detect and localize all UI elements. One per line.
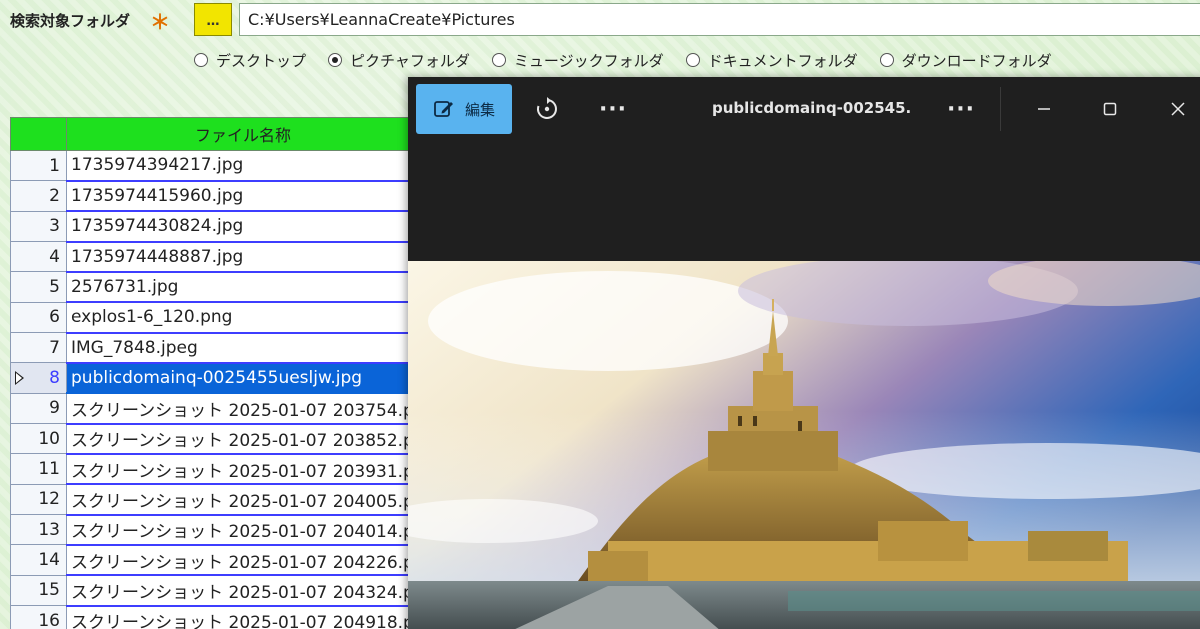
- file-table: ファイル名称 1 1735974394217.jpg 2 1735974415960…: [10, 117, 420, 629]
- required-mark: ＊: [150, 10, 170, 34]
- edit-label: 編集: [464, 100, 495, 119]
- table-row[interactable]: 11 スクリーンショット 2025-01-07 203931.png: [10, 453, 420, 486]
- edit-button[interactable]: 編集: [416, 84, 512, 134]
- viewer-titlebar[interactable]: 編集 ··· publicdomainq-002545... ···: [408, 77, 1200, 141]
- more-options-button[interactable]: ···: [596, 89, 630, 129]
- current-row-pointer-icon: [15, 371, 24, 386]
- titlebar-divider: [1000, 87, 1001, 131]
- file-name-cell[interactable]: publicdomainq-0025455uesljw.jpg: [66, 362, 420, 395]
- rotate-button[interactable]: [530, 89, 564, 129]
- maximize-icon: [1103, 102, 1117, 116]
- table-row[interactable]: 16 スクリーンショット 2025-01-07 204918.png: [10, 605, 420, 629]
- radio-music[interactable]: ミュージックフォルダ: [491, 50, 664, 71]
- table-row[interactable]: 5 2576731.jpg: [10, 271, 420, 304]
- file-name-cell[interactable]: スクリーンショット 2025-01-07 204005.png: [66, 484, 420, 516]
- table-row[interactable]: 2 1735974415960.jpg: [10, 180, 420, 213]
- row-number: 12: [10, 483, 67, 516]
- file-name-cell[interactable]: スクリーンショット 2025-01-07 203931.png: [66, 453, 420, 486]
- rotate-icon: [537, 97, 557, 119]
- table-row[interactable]: 9 スクリーンショット 2025-01-07 203754.png: [10, 392, 420, 425]
- file-name-cell[interactable]: スクリーンショット 2025-01-07 204014.png: [66, 514, 420, 546]
- table-row[interactable]: 1 1735974394217.jpg: [10, 149, 420, 182]
- radio-label: ドキュメントフォルダ: [707, 51, 858, 70]
- row-number: 8: [49, 368, 60, 389]
- radio-label: ピクチャフォルダ: [350, 51, 470, 70]
- table-row[interactable]: 15 スクリーンショット 2025-01-07 204324.png: [10, 574, 420, 607]
- row-number: 3: [10, 210, 67, 243]
- row-number: 15: [10, 574, 67, 607]
- row-number: 1: [10, 149, 67, 182]
- file-name-cell[interactable]: スクリーンショット 2025-01-07 203852.png: [66, 423, 420, 455]
- file-name-cell[interactable]: 1735974448887.jpg: [66, 241, 420, 273]
- search-folder-label: 検索対象フォルダ: [10, 12, 131, 30]
- minimize-icon: [1038, 108, 1050, 110]
- row-number-cell: 8: [10, 362, 67, 394]
- more-options-button-2[interactable]: ···: [944, 89, 978, 129]
- file-name-cell[interactable]: 1735974394217.jpg: [66, 150, 420, 182]
- table-row-selected[interactable]: 8 publicdomainq-0025455uesljw.jpg: [10, 362, 420, 395]
- radio-label: ダウンロードフォルダ: [901, 51, 1052, 70]
- radio-button[interactable]: [879, 53, 894, 67]
- file-name-cell[interactable]: スクリーンショット 2025-01-07 204918.png: [66, 605, 420, 629]
- browse-folder-button[interactable]: …: [194, 3, 232, 36]
- radio-pictures[interactable]: ピクチャフォルダ: [328, 50, 470, 71]
- edit-icon: [434, 101, 453, 117]
- file-name-cell[interactable]: 1735974430824.jpg: [66, 211, 420, 243]
- radio-button[interactable]: [491, 53, 506, 67]
- photo-viewer-window: 編集 ··· publicdomainq-002545... ···: [408, 77, 1200, 629]
- radio-label: デスクトップ: [216, 51, 307, 70]
- table-row[interactable]: 3 1735974430824.jpg: [10, 210, 420, 243]
- table-row[interactable]: 14 スクリーンショット 2025-01-07 204226.png: [10, 544, 420, 577]
- mont-saint-michel-photo: [408, 261, 1200, 629]
- radio-documents[interactable]: ドキュメントフォルダ: [685, 50, 858, 71]
- table-row[interactable]: 13 スクリーンショット 2025-01-07 204014.png: [10, 514, 420, 546]
- row-number: 9: [10, 392, 67, 425]
- table-row[interactable]: 7 IMG_7848.jpeg: [10, 332, 420, 364]
- folder-type-radio-group: デスクトップ ピクチャフォルダ ミュージックフォルダ ドキュメントフォルダ ダウ…: [194, 47, 1074, 73]
- row-number-header[interactable]: [10, 117, 67, 151]
- row-number: 2: [10, 180, 67, 212]
- file-name-cell[interactable]: スクリーンショット 2025-01-07 203754.png: [66, 393, 420, 425]
- viewer-file-title: publicdomainq-002545...: [712, 99, 912, 117]
- minimize-button[interactable]: [1024, 89, 1064, 129]
- folder-path-input[interactable]: [239, 3, 1200, 36]
- file-name-cell[interactable]: スクリーンショット 2025-01-07 204324.png: [66, 575, 420, 607]
- row-number: 5: [10, 271, 67, 303]
- table-row[interactable]: 12 スクリーンショット 2025-01-07 204005.png: [10, 483, 420, 516]
- file-name-cell[interactable]: 1735974415960.jpg: [66, 180, 420, 213]
- maximize-button[interactable]: [1090, 89, 1130, 129]
- close-icon: [1171, 102, 1185, 116]
- close-button[interactable]: [1158, 89, 1198, 129]
- file-name-header[interactable]: ファイル名称: [66, 117, 420, 151]
- radio-selected-dot: [332, 57, 339, 63]
- radio-button-selected[interactable]: [328, 53, 343, 67]
- radio-label: ミュージックフォルダ: [513, 51, 664, 70]
- radio-downloads[interactable]: ダウンロードフォルダ: [879, 50, 1052, 71]
- row-number: 13: [10, 514, 67, 546]
- row-number: 16: [10, 605, 67, 629]
- file-name-cell[interactable]: スクリーンショット 2025-01-07 204226.png: [66, 544, 420, 577]
- table-row[interactable]: 10 スクリーンショット 2025-01-07 203852.png: [10, 423, 420, 455]
- table-row[interactable]: 6 explos1-6_120.png: [10, 301, 420, 334]
- row-number: 10: [10, 423, 67, 455]
- file-name-cell[interactable]: 2576731.jpg: [66, 271, 420, 304]
- file-name-cell[interactable]: explos1-6_120.png: [66, 302, 420, 334]
- radio-button[interactable]: [194, 53, 208, 67]
- radio-button[interactable]: [685, 53, 700, 67]
- radio-desktop[interactable]: デスクトップ: [194, 50, 306, 71]
- table-row[interactable]: 4 1735974448887.jpg: [10, 241, 420, 273]
- row-number: 7: [10, 332, 67, 364]
- row-number: 14: [10, 544, 67, 576]
- row-number: 11: [10, 453, 67, 485]
- photo-image[interactable]: [408, 261, 1200, 629]
- file-name-cell[interactable]: IMG_7848.jpeg: [66, 332, 420, 364]
- row-number: 4: [10, 241, 67, 273]
- row-number: 6: [10, 301, 67, 334]
